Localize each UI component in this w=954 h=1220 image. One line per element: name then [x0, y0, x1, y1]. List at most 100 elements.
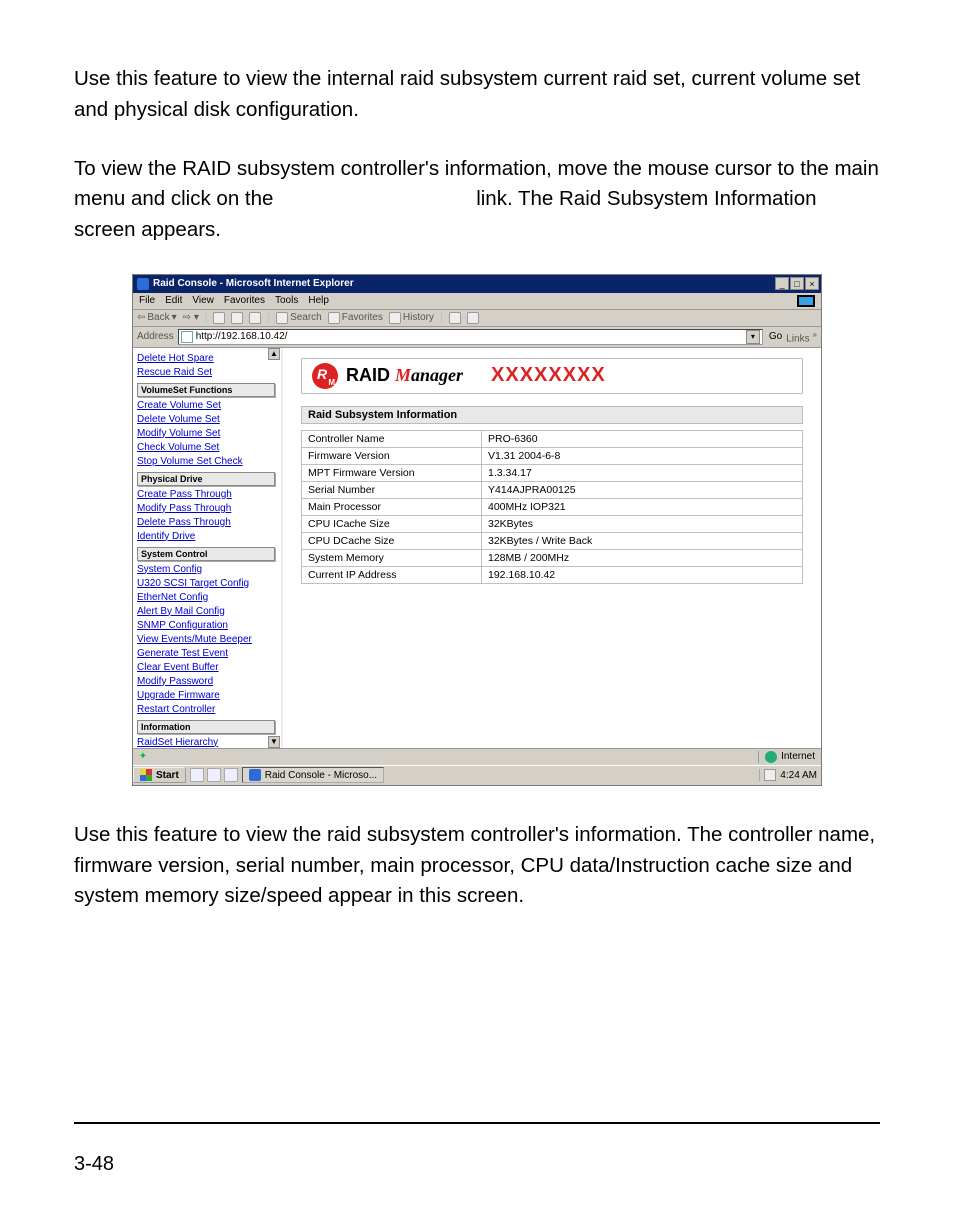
- menu-favorites[interactable]: Favorites: [224, 295, 265, 307]
- sidebar-upgrade-firmware[interactable]: Upgrade Firmware: [137, 689, 275, 703]
- sidebar-modify-password[interactable]: Modify Password: [137, 675, 275, 689]
- forward-button[interactable]: ⇨ ▾: [183, 312, 199, 323]
- quick-launch-icon-3[interactable]: [224, 768, 238, 782]
- page-number: 3-48: [74, 1153, 114, 1176]
- sidebar-view-events-mute-beeper[interactable]: View Events/Mute Beeper: [137, 633, 275, 647]
- ie-window: Raid Console - Microsoft Internet Explor…: [132, 274, 822, 786]
- status-bar: ✦ Internet: [133, 748, 821, 765]
- go-button[interactable]: Go: [767, 331, 782, 342]
- address-dropdown-icon[interactable]: ▾: [746, 330, 760, 344]
- tray-icon-1[interactable]: [764, 769, 776, 781]
- favorites-label: Favorites: [342, 312, 383, 323]
- screenshot-container: Raid Console - Microsoft Internet Explor…: [132, 274, 822, 786]
- sidebar-stop-volume-set-check[interactable]: Stop Volume Set Check: [137, 455, 275, 469]
- manager-word: Manager: [395, 365, 463, 385]
- sidebar-clear-event-buffer[interactable]: Clear Event Buffer: [137, 661, 275, 675]
- taskbar-task-raid-console[interactable]: Raid Console - Microso...: [242, 767, 384, 783]
- sidebar-restart-controller[interactable]: Restart Controller: [137, 703, 275, 717]
- info-value: 400MHz IOP321: [482, 498, 803, 515]
- sidebar-delete-hot-spare[interactable]: Delete Hot Spare: [137, 352, 275, 366]
- table-row: Current IP Address192.168.10.42: [302, 566, 803, 583]
- sidebar-scroll-up-icon[interactable]: ▲: [268, 348, 280, 360]
- table-row: Main Processor400MHz IOP321: [302, 498, 803, 515]
- raid-word: RAID: [346, 365, 395, 385]
- sidebar-scroll-down-icon[interactable]: ▼: [268, 736, 280, 748]
- search-button[interactable]: Search: [276, 312, 322, 324]
- favorites-button[interactable]: Favorites: [328, 312, 383, 324]
- sidebar-ethernet-config[interactable]: EtherNet Config: [137, 591, 275, 605]
- table-row: Serial NumberY414AJPRA00125: [302, 481, 803, 498]
- sidebar-rescue-raid-set[interactable]: Rescue Raid Set: [137, 366, 275, 380]
- history-button[interactable]: History: [389, 312, 434, 324]
- refresh-icon[interactable]: [231, 312, 243, 324]
- info-value: 32KBytes: [482, 515, 803, 532]
- window-minimize-button[interactable]: _: [775, 277, 789, 290]
- info-value: 192.168.10.42: [482, 566, 803, 583]
- raid-info-table: Controller NamePRO-6360Firmware VersionV…: [301, 430, 803, 584]
- info-key: System Memory: [302, 549, 482, 566]
- menu-view[interactable]: View: [192, 295, 214, 307]
- sidebar-delete-volume-set[interactable]: Delete Volume Set: [137, 413, 275, 427]
- back-button[interactable]: ⇦ Back ▾: [137, 312, 177, 323]
- menu-file[interactable]: File: [139, 295, 155, 307]
- banner-placeholder-x: XXXXXXXX: [491, 364, 606, 387]
- sidebar-system-config[interactable]: System Config: [137, 563, 275, 577]
- window-titlebar: Raid Console - Microsoft Internet Explor…: [133, 275, 821, 293]
- info-value: 1.3.34.17: [482, 464, 803, 481]
- sidebar-raidset-hierarchy[interactable]: RaidSet Hierarchy: [137, 736, 275, 748]
- document-page: 3.10.2 System Information Use this featu…: [0, 0, 954, 980]
- sidebar-group-information: Information: [137, 720, 275, 734]
- history-label: History: [403, 312, 434, 323]
- page-icon: [181, 331, 193, 343]
- task-ie-icon: [249, 769, 261, 781]
- sidebar-generate-test-event[interactable]: Generate Test Event: [137, 647, 275, 661]
- sidebar-modify-pass-through[interactable]: Modify Pass Through: [137, 502, 275, 516]
- menu-help[interactable]: Help: [308, 295, 329, 307]
- raid-manager-logo-icon: [312, 363, 338, 389]
- ie-icon: [137, 278, 149, 290]
- window-close-button[interactable]: ×: [805, 277, 819, 290]
- back-label: Back: [147, 312, 169, 323]
- window-maximize-button[interactable]: □: [790, 277, 804, 290]
- table-row: CPU ICache Size32KBytes: [302, 515, 803, 532]
- quick-launch-icon-1[interactable]: [190, 768, 204, 782]
- main-pane: RAID Manager XXXXXXXX Raid Subsystem Inf…: [283, 348, 821, 748]
- quick-launch: [186, 768, 242, 782]
- info-value: 128MB / 200MHz: [482, 549, 803, 566]
- start-button[interactable]: Start: [133, 767, 186, 783]
- sidebar-u320-scsi-target-config[interactable]: U320 SCSI Target Config: [137, 577, 275, 591]
- internet-zone-label: Internet: [781, 751, 815, 762]
- sidebar-create-volume-set[interactable]: Create Volume Set: [137, 399, 275, 413]
- mail-icon[interactable]: [449, 312, 461, 324]
- go-label: Go: [769, 331, 782, 342]
- print-icon[interactable]: [467, 312, 479, 324]
- ie-throbber-icon: [797, 295, 815, 307]
- sidebar-create-pass-through[interactable]: Create Pass Through: [137, 488, 275, 502]
- history-icon: [389, 312, 401, 324]
- sidebar-modify-volume-set[interactable]: Modify Volume Set: [137, 427, 275, 441]
- table-row: System Memory128MB / 200MHz: [302, 549, 803, 566]
- info-key: Current IP Address: [302, 566, 482, 583]
- quick-launch-icon-2[interactable]: [207, 768, 221, 782]
- menu-edit[interactable]: Edit: [165, 295, 182, 307]
- sidebar-delete-pass-through[interactable]: Delete Pass Through: [137, 516, 275, 530]
- info-key: CPU ICache Size: [302, 515, 482, 532]
- sidebar-group-volumeset: VolumeSet Functions: [137, 383, 275, 397]
- sidebar-identify-drive[interactable]: Identify Drive: [137, 530, 275, 544]
- paragraph-3: Use this feature to view the raid subsys…: [74, 820, 880, 912]
- sidebar-alert-by-mail-config[interactable]: Alert By Mail Config: [137, 605, 275, 619]
- home-icon[interactable]: [249, 312, 261, 324]
- content-area: ▲ Delete Hot Spare Rescue Raid Set Volum…: [133, 348, 821, 748]
- internet-zone-icon: [765, 751, 777, 763]
- search-icon: [276, 312, 288, 324]
- address-field[interactable]: http://192.168.10.42/ ▾: [178, 329, 763, 345]
- stop-icon[interactable]: [213, 312, 225, 324]
- links-button[interactable]: Links »: [786, 329, 817, 344]
- search-label: Search: [290, 312, 322, 323]
- info-key: Main Processor: [302, 498, 482, 515]
- menu-bar: File Edit View Favorites Tools Help: [133, 293, 821, 310]
- sidebar-check-volume-set[interactable]: Check Volume Set: [137, 441, 275, 455]
- menu-tools[interactable]: Tools: [275, 295, 298, 307]
- system-tray: 4:24 AM: [759, 769, 821, 781]
- sidebar-snmp-configuration[interactable]: SNMP Configuration: [137, 619, 275, 633]
